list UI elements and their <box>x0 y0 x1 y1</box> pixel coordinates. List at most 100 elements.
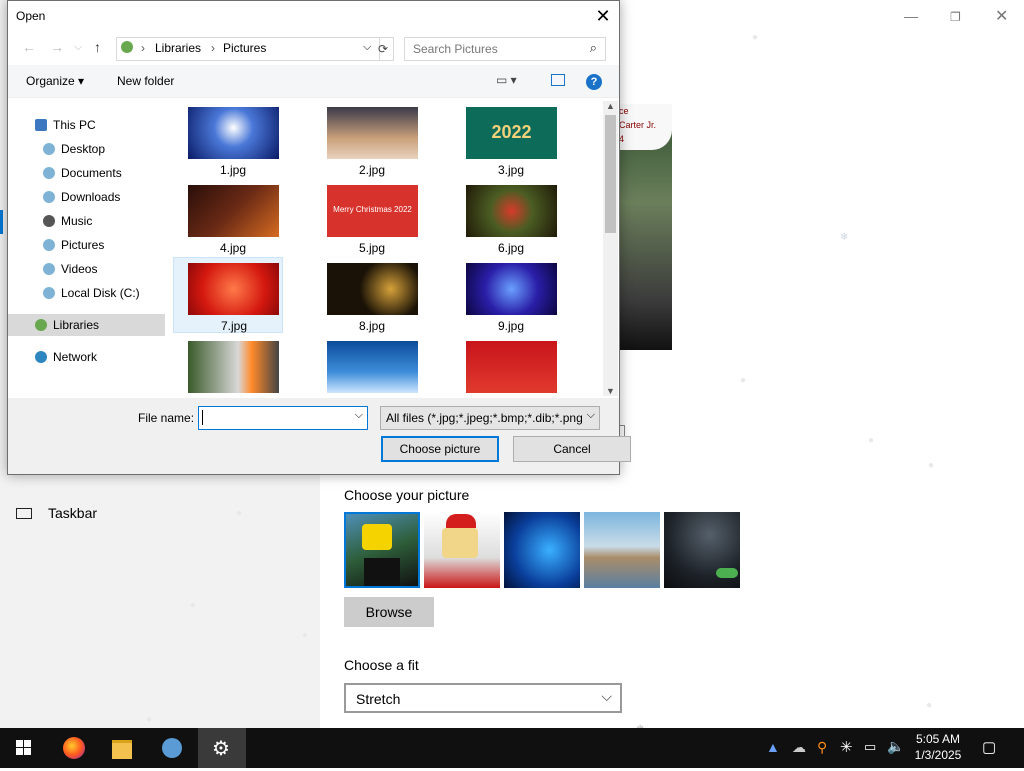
nav-item-downloads[interactable]: Downloads <box>8 186 168 208</box>
refresh-icon[interactable]: ⟳ <box>373 37 394 61</box>
file-item[interactable]: 8.jpg <box>312 257 422 333</box>
windows-icon <box>16 740 31 755</box>
snowflake-icon: ● <box>926 700 933 711</box>
file-item[interactable] <box>312 335 422 396</box>
scrollbar-thumb[interactable] <box>605 115 616 233</box>
recent-picture-2[interactable] <box>424 512 500 588</box>
address-bar[interactable]: › Libraries › Pictures ⌵ <box>116 37 380 61</box>
view-options-icon[interactable]: ▭ ▾ <box>496 73 517 87</box>
snowflake-icon: ● <box>236 508 243 519</box>
breadcrumb-libraries[interactable]: Libraries <box>155 41 201 55</box>
documents-icon <box>43 167 55 179</box>
breadcrumb-pictures[interactable]: Pictures <box>223 41 266 55</box>
close-icon[interactable]: ✕ <box>592 5 614 27</box>
nav-item-pictures[interactable]: Pictures <box>8 234 168 256</box>
organize-button[interactable]: Organize ▾ <box>26 74 84 88</box>
close-window-icon[interactable]: ✕ <box>995 6 1008 26</box>
up-arrow-icon[interactable]: ↑ <box>94 39 101 55</box>
preview-pane-icon[interactable] <box>551 74 565 86</box>
file-explorer-taskbar-button[interactable] <box>98 728 146 768</box>
thumbnail-12 <box>466 341 557 393</box>
pc-icon <box>35 119 47 131</box>
sidebar-item-label: Taskbar <box>48 505 98 521</box>
new-folder-button[interactable]: New folder <box>117 74 174 88</box>
file-item[interactable]: 6.jpg <box>451 179 561 255</box>
file-item[interactable]: 2022 3.jpg <box>451 101 561 177</box>
dialog-footer: File name: ⌵ All files (*.jpg;*.jpeg;*.b… <box>8 398 631 474</box>
chevron-down-icon[interactable]: ⌵ <box>363 41 371 54</box>
nav-item-this-pc[interactable]: This PC <box>8 114 168 136</box>
folder-icon <box>112 740 132 759</box>
people-taskbar-button[interactable] <box>148 728 196 768</box>
file-name-input[interactable]: ⌵ <box>198 406 368 430</box>
taskbar: ⚙ ▲ ☁ ⚲ ✳ ▭ 🔈 5:05 AM 1/3/2025 ▢ <box>0 728 1024 768</box>
network-tray-icon[interactable]: ▭ <box>864 739 876 755</box>
music-icon <box>43 215 55 227</box>
thumbnail-8 <box>327 263 418 315</box>
thumbnail-1 <box>188 107 279 159</box>
forward-arrow-icon[interactable]: → <box>50 39 64 55</box>
tray-snow-icon[interactable]: ✳ <box>840 738 853 756</box>
nav-item-local-disk[interactable]: Local Disk (C:) <box>8 282 168 304</box>
nav-item-videos[interactable]: Videos <box>8 258 168 280</box>
clock-time: 5:05 AM <box>915 732 961 746</box>
file-item[interactable]: Merry Christmas 2022 5.jpg <box>312 179 422 255</box>
file-item[interactable] <box>173 335 283 396</box>
file-name-label: File name: <box>138 411 195 425</box>
desktop-preview-image: ce Carter Jr. 4 <box>617 104 672 350</box>
file-item-selected[interactable]: 7.jpg <box>173 257 283 333</box>
recent-locations-icon[interactable]: ⌵ <box>74 41 82 54</box>
tray-search-icon[interactable]: ⚲ <box>817 739 827 756</box>
firefox-icon <box>63 737 85 759</box>
start-button[interactable] <box>0 728 48 768</box>
thumbnail-3: 2022 <box>466 107 557 159</box>
restore-icon[interactable]: ❐ <box>950 10 961 24</box>
file-item[interactable]: 2.jpg <box>312 101 422 177</box>
help-icon[interactable]: ? <box>586 74 602 90</box>
sidebar-item-taskbar[interactable]: Taskbar <box>16 503 316 527</box>
disk-icon <box>43 287 55 299</box>
vertical-scrollbar[interactable]: ▲ ▼ <box>603 101 618 396</box>
tray-weather-icon[interactable]: ☁ <box>792 739 806 756</box>
fit-dropdown[interactable]: Stretch ⌵ <box>344 683 622 713</box>
libraries-icon <box>121 41 133 53</box>
recent-picture-4[interactable] <box>584 512 660 588</box>
search-input[interactable]: Search Pictures ⌕ <box>404 37 606 61</box>
settings-taskbar-button[interactable]: ⚙ <box>198 728 246 768</box>
nav-item-music[interactable]: Music <box>8 210 168 232</box>
clock[interactable]: 5:05 AM 1/3/2025 <box>908 731 968 763</box>
recent-picture-5[interactable] <box>664 512 740 588</box>
back-arrow-icon[interactable]: ← <box>22 39 36 55</box>
notifications-icon[interactable]: ▢ <box>982 738 996 756</box>
scroll-up-icon[interactable]: ▲ <box>606 101 615 111</box>
file-item[interactable]: 1.jpg <box>173 101 283 177</box>
choose-picture-button[interactable]: Choose picture <box>381 436 499 462</box>
browse-button[interactable]: Browse <box>344 597 434 627</box>
nav-item-libraries[interactable]: Libraries <box>8 314 165 336</box>
choose-fit-heading: Choose a fit <box>344 657 419 673</box>
search-icon: ⌕ <box>589 40 597 55</box>
downloads-icon <box>43 191 55 203</box>
file-type-value: All files (*.jpg;*.jpeg;*.bmp;*.dib;*.pn… <box>386 411 582 425</box>
nav-item-desktop[interactable]: Desktop <box>8 138 168 160</box>
chevron-down-icon[interactable]: ⌵ <box>355 409 363 422</box>
cancel-button[interactable]: Cancel <box>513 436 631 462</box>
people-icon <box>162 738 182 758</box>
file-item[interactable] <box>451 335 561 396</box>
pictures-icon <box>43 239 55 251</box>
open-file-dialog: Open ✕ ← → ⌵ ↑ › Libraries › Pictures ⌵ … <box>7 0 631 475</box>
file-item[interactable]: 9.jpg <box>451 257 561 333</box>
scroll-down-icon[interactable]: ▼ <box>606 386 615 396</box>
nav-item-network[interactable]: Network <box>8 346 168 368</box>
file-item[interactable]: 4.jpg <box>173 179 283 255</box>
recent-picture-1[interactable] <box>344 512 420 588</box>
file-type-filter[interactable]: All files (*.jpg;*.jpeg;*.bmp;*.dib;*.pn… <box>380 406 600 430</box>
tray-app-icon[interactable]: ▲ <box>766 739 780 755</box>
minimize-icon[interactable]: — <box>904 8 918 24</box>
recent-picture-3[interactable] <box>504 512 580 588</box>
thumbnail-6 <box>466 185 557 237</box>
volume-icon[interactable]: 🔈 <box>887 738 904 755</box>
nav-item-documents[interactable]: Documents <box>8 162 168 184</box>
navigation-pane: This PC Desktop Documents Downloads Musi… <box>8 101 168 396</box>
firefox-taskbar-button[interactable] <box>50 728 98 768</box>
